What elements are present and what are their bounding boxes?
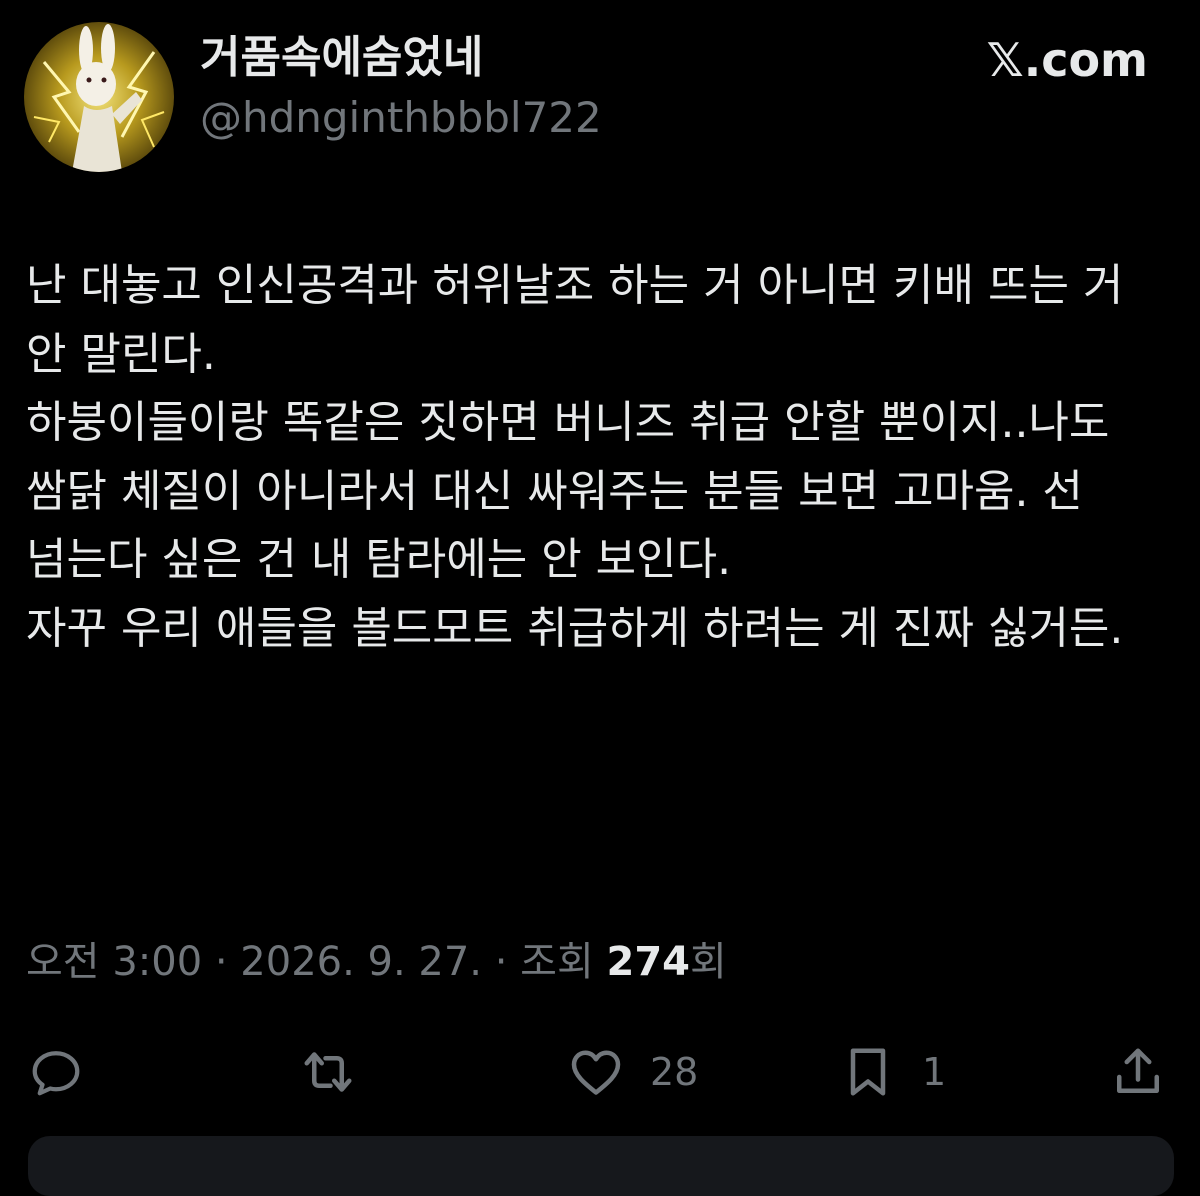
action-bar: 28 1 [0,1040,1200,1104]
share-icon [1117,1048,1159,1093]
share-button[interactable] [1108,1040,1168,1104]
tweet-date[interactable]: 2026. 9. 27. [240,939,482,985]
avatar-image [24,22,174,172]
bookmark-button[interactable]: 1 [838,1040,946,1104]
tweet-paragraph: 자꾸 우리 애들을 볼드모트 취급하게 하려는 게 진짜 싫거든. [26,602,1124,654]
retweet-icon [304,1052,352,1092]
reply-button[interactable] [26,1040,86,1104]
user-handle[interactable]: @hdnginthbbbl722 [200,90,602,146]
like-button[interactable]: 28 [566,1040,698,1104]
tweet-time[interactable]: 오전 3:00 [26,939,202,985]
tweet-paragraph: 하붕이들이랑 똑같은 짓하면 버니즈 취급 안할 뿐이지..나도 쌈닭 체질이 … [26,397,1124,585]
views-prefix: 조회 [520,939,607,985]
tweet-meta: 오전 3:00 · 2026. 9. 27. · 조회 274회 [26,932,727,992]
views-suffix: 회 [690,939,727,985]
avatar[interactable] [24,22,174,172]
retweet-button[interactable] [298,1040,358,1104]
heart-icon [571,1050,621,1095]
like-count: 28 [650,1050,699,1094]
bookmark-icon [850,1048,886,1096]
display-name[interactable]: 거품속에숨었네 [200,30,483,86]
tweet-paragraph: 난 대놓고 인신공격과 허위날조 하는 거 아니면 키배 뜨는 거 안 말린다. [26,260,1138,380]
views-count: 274 [606,939,691,985]
bookmark-count: 1 [922,1050,947,1094]
reply-icon [32,1051,80,1096]
meta-separator: · [482,939,521,985]
meta-separator: · [202,939,241,985]
brand-logo: 𝕏.com [986,33,1148,87]
reply-composer-panel[interactable] [28,1136,1174,1196]
tweet-text: 난 대놓고 인신공격과 허위날조 하는 거 아니면 키배 뜨는 거 안 말린다.… [26,252,1166,663]
